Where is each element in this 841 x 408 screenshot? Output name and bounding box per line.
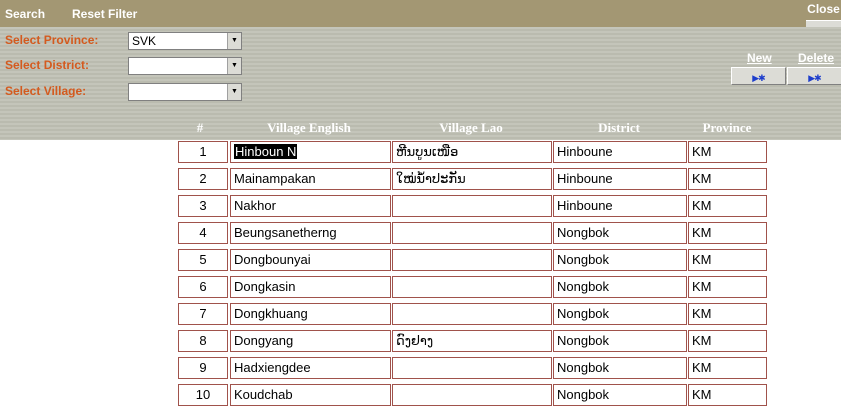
province-cell[interactable]: KM (688, 141, 767, 163)
province-cell[interactable]: KM (688, 357, 767, 379)
district-cell[interactable]: Nongbok (553, 222, 687, 244)
province-cell[interactable]: KM (688, 276, 767, 298)
chevron-down-icon[interactable]: ▼ (227, 84, 241, 100)
filter-panel: Select Province: SVK ▼ Select District: … (0, 27, 841, 140)
district-cell[interactable]: Hinboune (553, 141, 687, 163)
row-number-cell: 8 (178, 330, 228, 352)
province-cell[interactable]: KM (688, 195, 767, 217)
village-english-cell[interactable]: Hadxiengdee (230, 357, 391, 379)
village-english-cell[interactable]: Koudchab (230, 384, 391, 406)
row-number-cell: 7 (178, 303, 228, 325)
table-row[interactable]: 1 Hinboun N ຫີນບູນເໜືອ Hinboune KM (178, 141, 768, 163)
province-cell[interactable]: KM (688, 384, 767, 406)
province-cell[interactable]: KM (688, 168, 767, 190)
selected-text: Hinboun N (234, 144, 298, 159)
district-select[interactable]: ▼ (128, 57, 242, 75)
column-header-number: # (196, 120, 204, 135)
table-row[interactable]: 6 Dongkasin Nongbok KM (178, 276, 768, 298)
district-cell[interactable]: Nongbok (553, 357, 687, 379)
village-lao-cell[interactable] (392, 384, 552, 406)
village-english-cell[interactable]: Beungsanetherng (230, 222, 391, 244)
search-link[interactable]: Search (5, 7, 45, 21)
chevron-down-icon[interactable]: ▼ (227, 58, 241, 74)
play-star-icon: ▶✱ (752, 73, 766, 83)
district-label: Select District: (5, 58, 90, 72)
new-button[interactable]: ▶✱ (731, 67, 786, 85)
row-number-cell: 3 (178, 195, 228, 217)
province-label: Select Province: (5, 33, 99, 47)
column-header-village-lao: Village Lao (439, 120, 503, 135)
table-row[interactable]: 7 Dongkhuang Nongbok KM (178, 303, 768, 325)
reset-filter-link[interactable]: Reset Filter (72, 7, 137, 21)
province-cell[interactable]: KM (688, 222, 767, 244)
row-number-cell: 6 (178, 276, 228, 298)
village-lao-cell[interactable]: ໃໝ່ນ້ຳປະກັນ (392, 168, 552, 190)
village-lao-cell[interactable] (392, 276, 552, 298)
table-row[interactable]: 3 Nakhor Hinboune KM (178, 195, 768, 217)
district-cell[interactable]: Nongbok (553, 384, 687, 406)
village-select[interactable]: ▼ (128, 83, 242, 101)
village-english-cell[interactable]: Dongkasin (230, 276, 391, 298)
table-row[interactable]: 10 Koudchab Nongbok KM (178, 384, 768, 406)
province-cell[interactable]: KM (688, 303, 767, 325)
delete-label: Delete (798, 51, 835, 65)
village-english-cell[interactable]: Nakhor (230, 195, 391, 217)
row-number-cell: 5 (178, 249, 228, 271)
delete-button[interactable]: ▶✱ (787, 67, 841, 85)
play-star-icon: ▶✱ (808, 73, 822, 83)
village-lao-cell[interactable] (392, 222, 552, 244)
village-lao-cell[interactable]: ຫີນບູນເໜືອ (392, 141, 552, 163)
table-row[interactable]: 9 Hadxiengdee Nongbok KM (178, 357, 768, 379)
chevron-down-icon[interactable]: ▼ (227, 33, 241, 49)
province-cell[interactable]: KM (688, 330, 767, 352)
row-number-cell: 2 (178, 168, 228, 190)
district-cell[interactable]: Nongbok (553, 303, 687, 325)
district-cell[interactable]: Nongbok (553, 276, 687, 298)
table-row[interactable]: 4 Beungsanetherng Nongbok KM (178, 222, 768, 244)
village-english-cell[interactable]: Mainampakan (230, 168, 391, 190)
village-lao-cell[interactable] (392, 249, 552, 271)
district-cell[interactable]: Nongbok (553, 330, 687, 352)
table-row[interactable]: 8 Dongyang ດົງຢາງ Nongbok KM (178, 330, 768, 352)
district-cell[interactable]: Hinboune (553, 168, 687, 190)
district-cell[interactable]: Nongbok (553, 249, 687, 271)
column-header-village-english: Village English (267, 120, 351, 135)
province-select[interactable]: SVK ▼ (128, 32, 242, 50)
village-lao-cell[interactable] (392, 357, 552, 379)
top-toolbar: Search Reset Filter (0, 0, 841, 27)
village-english-cell[interactable]: Dongyang (230, 330, 391, 352)
column-header-province: Province (702, 120, 752, 135)
village-lao-cell[interactable]: ດົງຢາງ (392, 330, 552, 352)
province-cell[interactable]: KM (688, 249, 767, 271)
table-row[interactable]: 2 Mainampakan ໃໝ່ນ້ຳປະກັນ Hinboune KM (178, 168, 768, 190)
column-header-district: District (598, 120, 640, 135)
village-english-cell[interactable]: Hinboun N (230, 141, 391, 163)
province-select-value: SVK (132, 34, 157, 48)
village-label: Select Village: (5, 84, 87, 98)
new-label: New (747, 51, 772, 65)
table-row[interactable]: 5 Dongbounyai Nongbok KM (178, 249, 768, 271)
village-lao-cell[interactable] (392, 195, 552, 217)
row-number-cell: 1 (178, 141, 228, 163)
district-cell[interactable]: Hinboune (553, 195, 687, 217)
village-lao-cell[interactable] (392, 303, 552, 325)
row-number-cell: 10 (178, 384, 228, 406)
village-english-cell[interactable]: Dongkhuang (230, 303, 391, 325)
close-button[interactable]: Close (806, 0, 841, 20)
village-english-cell[interactable]: Dongbounyai (230, 249, 391, 271)
row-number-cell: 9 (178, 357, 228, 379)
row-number-cell: 4 (178, 222, 228, 244)
